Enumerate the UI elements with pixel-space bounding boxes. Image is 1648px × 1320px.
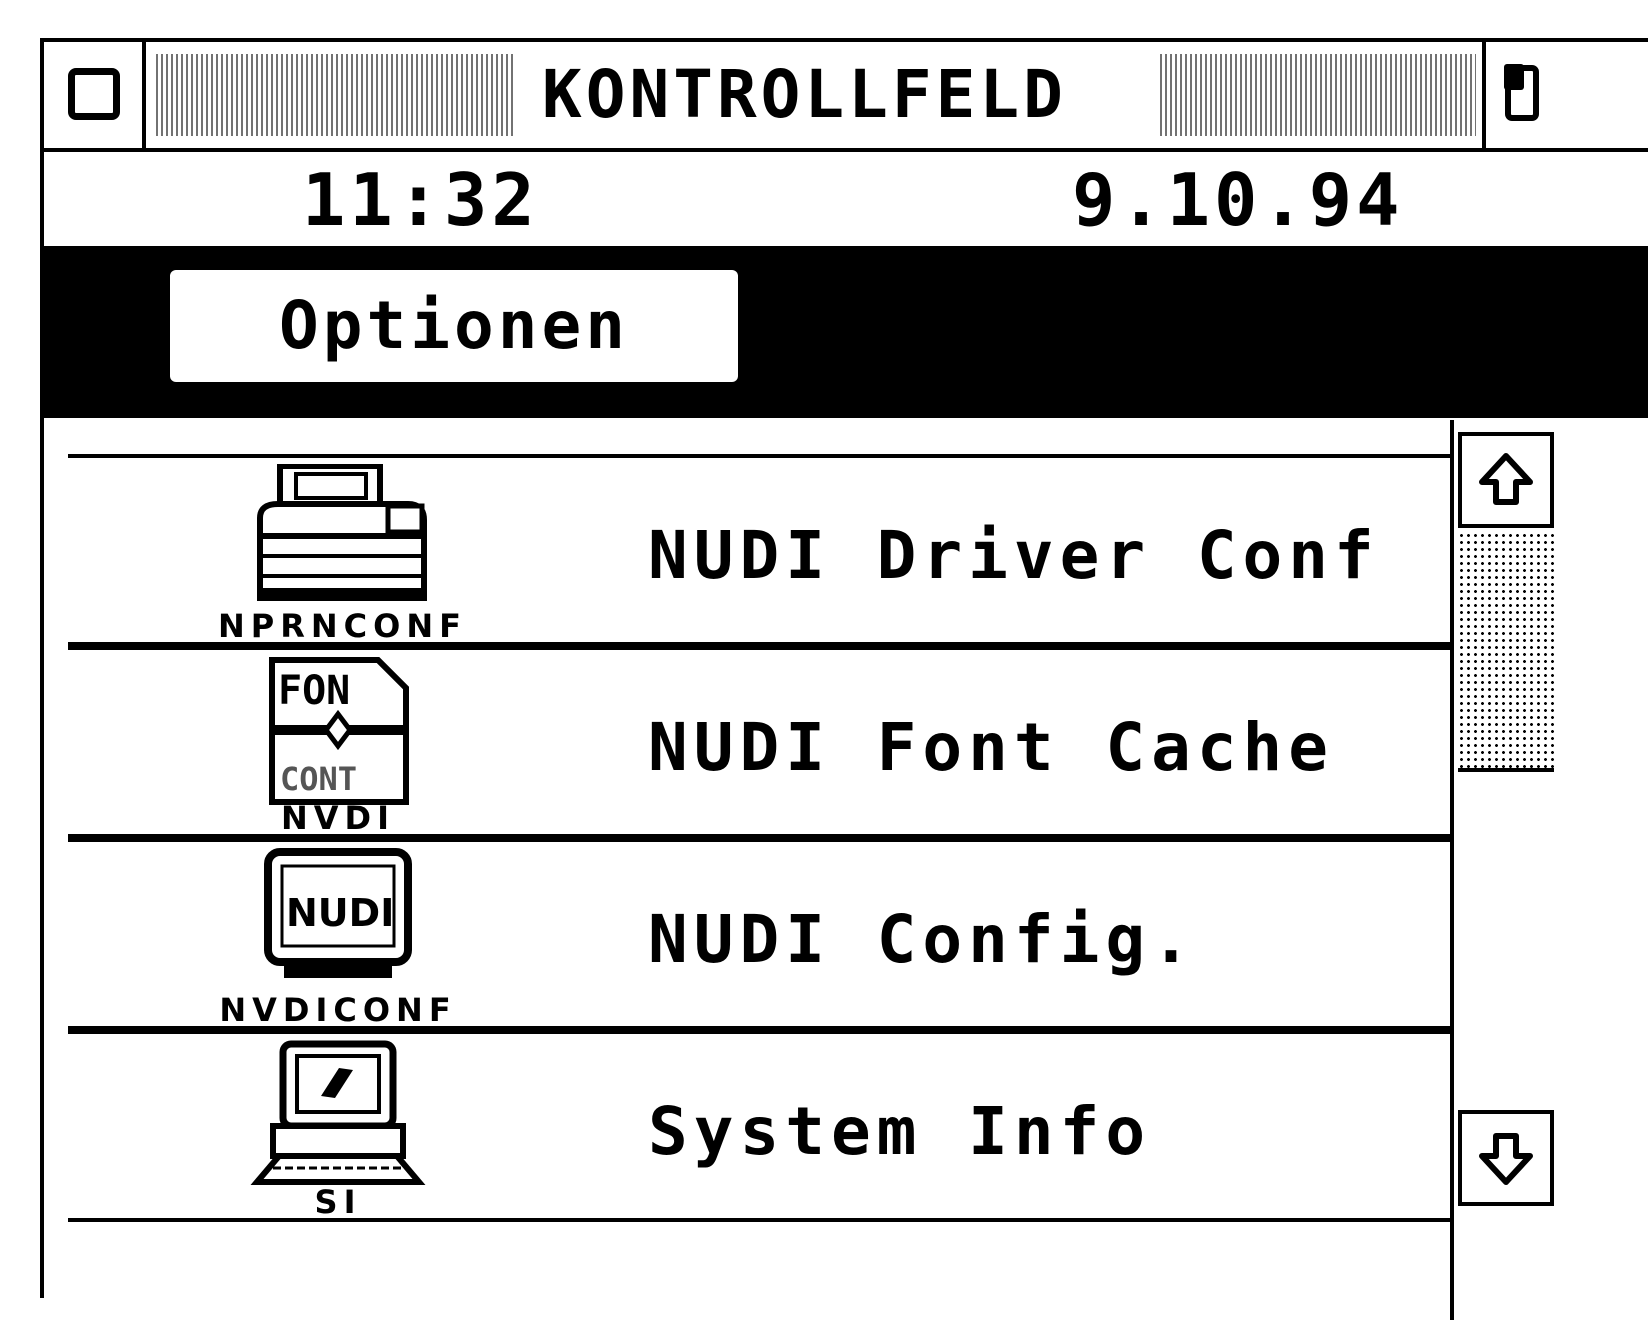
arrow-down-icon[interactable] bbox=[1458, 1110, 1554, 1206]
options-bar: Optionen bbox=[44, 250, 1648, 418]
close-box-icon[interactable] bbox=[68, 68, 120, 120]
svg-text:CONT: CONT bbox=[280, 760, 357, 798]
title-stripes-left bbox=[156, 54, 516, 136]
list-item-title: NUDI Config. bbox=[648, 901, 1197, 978]
title-bar[interactable]: KONTROLLFELD bbox=[44, 42, 1648, 152]
computer-icon: SI bbox=[218, 1040, 458, 1220]
list-item[interactable]: NUDI NVDICONF NUDI Config. bbox=[68, 838, 1450, 1030]
list-item-title: NUDI Driver Conf bbox=[648, 517, 1380, 594]
scroll-track-pattern[interactable] bbox=[1458, 532, 1554, 772]
zoom-box-icon[interactable] bbox=[1502, 60, 1540, 126]
cpx-list-area: NPRNCONF NUDI Driver Conf FON CONT NVDI … bbox=[44, 418, 1648, 1320]
clock-bar: 11:32 9.10.94 bbox=[44, 152, 1648, 250]
title-stripes-right bbox=[1160, 54, 1476, 136]
title-divider bbox=[1482, 42, 1486, 148]
clock-date: 9.10.94 bbox=[1072, 158, 1404, 242]
icon-label: NVDICONF bbox=[219, 991, 457, 1029]
clock-time: 11:32 bbox=[302, 158, 539, 242]
list-item[interactable]: SI System Info bbox=[68, 1030, 1450, 1222]
list-item-title: System Info bbox=[648, 1093, 1152, 1170]
font-cache-icon: FON CONT NVDI CACHE bbox=[218, 656, 458, 872]
vertical-scrollbar[interactable] bbox=[1450, 420, 1560, 1320]
printer-config-icon: NPRNCONF bbox=[218, 464, 461, 644]
icon-label: NPRNCONF bbox=[218, 607, 467, 645]
arrow-up-icon[interactable] bbox=[1458, 432, 1554, 528]
title-divider bbox=[142, 42, 146, 148]
list-item[interactable]: NPRNCONF NUDI Driver Conf bbox=[68, 454, 1450, 646]
control-panel-window: KONTROLLFELD 11:32 9.10.94 Optionen NPRN… bbox=[40, 38, 1648, 1320]
svg-text:FON: FON bbox=[278, 668, 350, 714]
icon-label: SI bbox=[314, 1183, 362, 1221]
nvdi-monitor-icon: NUDI NVDICONF bbox=[218, 848, 458, 1028]
list-item-title: NUDI Font Cache bbox=[648, 709, 1335, 786]
window-title: KONTROLLFELD bbox=[524, 54, 1085, 136]
list-item[interactable]: FON CONT NVDI CACHE NUDI Font Cache bbox=[68, 646, 1450, 872]
svg-text:NUDI: NUDI bbox=[286, 891, 394, 935]
options-button[interactable]: Optionen bbox=[170, 270, 738, 382]
